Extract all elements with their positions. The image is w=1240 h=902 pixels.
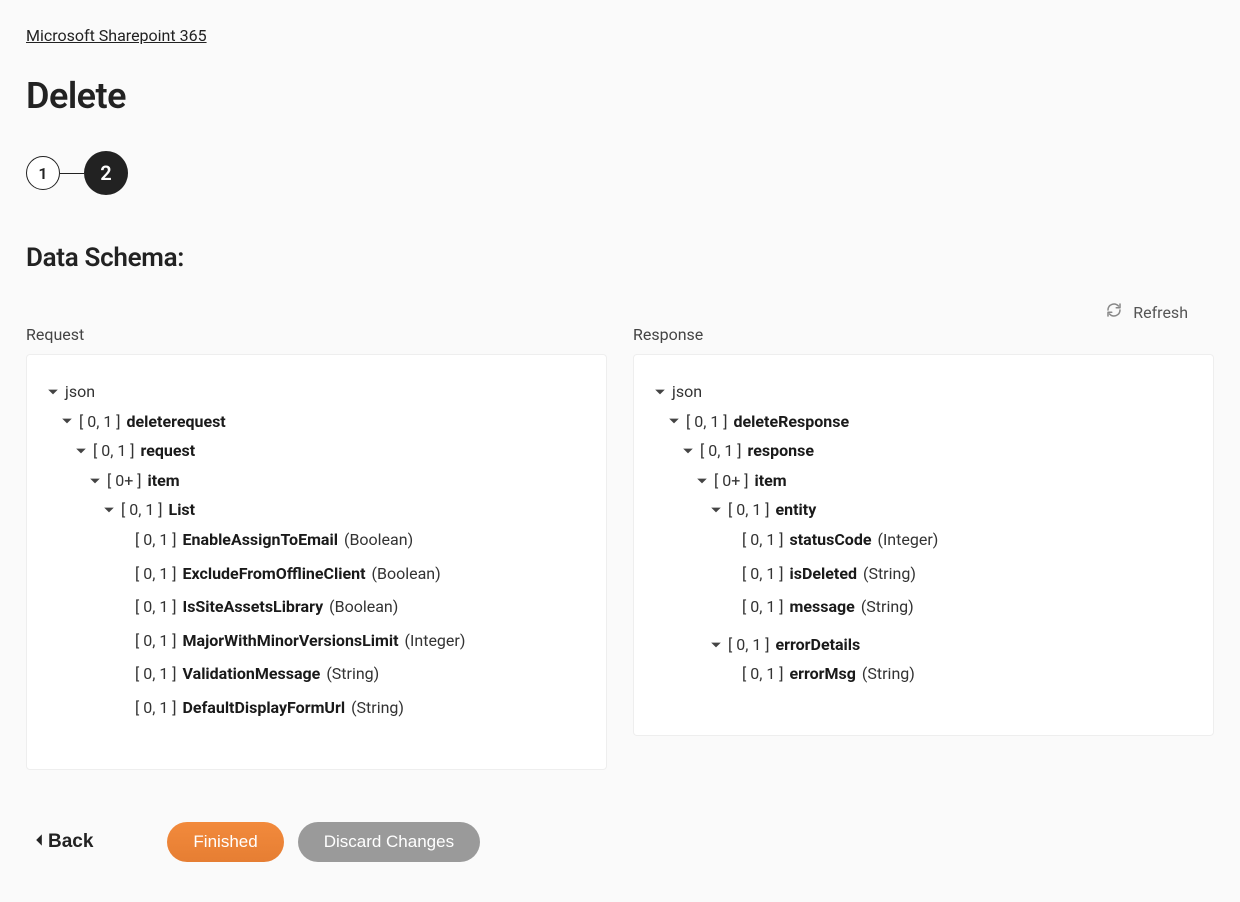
- field-name: isDeleted: [790, 561, 857, 587]
- page-title: Delete: [26, 75, 1214, 117]
- field-name: statusCode: [790, 527, 872, 553]
- tree-node-item[interactable]: [ 0+ ] item: [696, 468, 1193, 494]
- chevron-down-icon[interactable]: [89, 475, 101, 487]
- field-type: (String): [351, 695, 404, 721]
- field-name: DefaultDisplayFormUrl: [183, 695, 346, 721]
- chevron-down-icon[interactable]: [654, 386, 666, 398]
- cardinality: [ 0, 1 ]: [135, 594, 177, 620]
- cardinality: [ 0, 1 ]: [742, 594, 784, 620]
- tree-leaf[interactable]: [ 0, 1 ]message(String): [724, 594, 1193, 620]
- field-type: (String): [862, 661, 915, 687]
- cardinality: [ 0, 1 ]: [742, 527, 784, 553]
- tree-node-item[interactable]: [ 0+ ] item: [89, 468, 586, 494]
- tree-leaf[interactable]: [ 0, 1 ]DefaultDisplayFormUrl(String): [117, 695, 586, 721]
- chevron-down-icon[interactable]: [103, 504, 115, 516]
- cardinality: [ 0, 1 ]: [135, 628, 177, 654]
- tree-node-json[interactable]: json: [654, 379, 1193, 405]
- stepper: 1 2: [26, 151, 1214, 195]
- cardinality: [ 0, 1 ]: [742, 561, 784, 587]
- step-1[interactable]: 1: [26, 156, 60, 190]
- section-title: Data Schema:: [26, 243, 1214, 273]
- tree-leaf[interactable]: [ 0, 1 ]EnableAssignToEmail(Boolean): [117, 527, 586, 553]
- field-type: (String): [326, 661, 379, 687]
- chevron-down-icon[interactable]: [668, 415, 680, 427]
- step-connector: [60, 173, 84, 174]
- field-type: (String): [863, 561, 916, 587]
- response-column-label: Response: [633, 325, 1214, 344]
- tree-leaf[interactable]: [ 0, 1 ]MajorWithMinorVersionsLimit(Inte…: [117, 628, 586, 654]
- cardinality: [ 0, 1 ]: [742, 661, 784, 687]
- field-type: (Boolean): [344, 527, 413, 553]
- chevron-down-icon[interactable]: [710, 504, 722, 516]
- tree-node-deleterequest[interactable]: [ 0, 1 ] deleterequest: [61, 409, 586, 435]
- request-tree: json [ 0, 1 ] deleterequest: [26, 354, 607, 770]
- cardinality: [ 0, 1 ]: [135, 661, 177, 687]
- tree-node-deleteresponse[interactable]: [ 0, 1 ] deleteResponse: [668, 409, 1193, 435]
- tree-node-response[interactable]: [ 0, 1 ] response: [682, 438, 1193, 464]
- chevron-down-icon[interactable]: [710, 639, 722, 651]
- breadcrumb-link[interactable]: Microsoft Sharepoint 365: [26, 26, 207, 45]
- back-label: Back: [48, 831, 93, 853]
- chevron-down-icon[interactable]: [682, 445, 694, 457]
- response-tree: json [ 0, 1 ] deleteResponse: [633, 354, 1214, 736]
- tree-leaf[interactable]: [ 0, 1 ]isDeleted(String): [724, 561, 1193, 587]
- field-name: EnableAssignToEmail: [183, 527, 338, 553]
- field-name: message: [790, 594, 855, 620]
- cardinality: [ 0, 1 ]: [135, 527, 177, 553]
- field-type: (Integer): [877, 527, 938, 553]
- field-type: (Boolean): [372, 561, 441, 587]
- field-name: errorMsg: [790, 661, 856, 687]
- request-column-label: Request: [26, 325, 607, 344]
- tree-leaf[interactable]: [ 0, 1 ]ValidationMessage(String): [117, 661, 586, 687]
- back-button[interactable]: Back: [32, 831, 93, 853]
- tree-leaf[interactable]: [ 0, 1 ]errorMsg(String): [724, 661, 1193, 687]
- tree-node-json[interactable]: json: [47, 379, 586, 405]
- field-type: (String): [861, 594, 914, 620]
- field-type: (Boolean): [329, 594, 398, 620]
- chevron-down-icon[interactable]: [75, 445, 87, 457]
- tree-node-entity[interactable]: [ 0, 1 ] entity: [710, 497, 1193, 523]
- discard-changes-button[interactable]: Discard Changes: [298, 822, 480, 862]
- field-type: (Integer): [405, 628, 466, 654]
- chevron-left-icon: [32, 831, 46, 853]
- chevron-down-icon[interactable]: [61, 415, 73, 427]
- tree-node-errordetails[interactable]: [ 0, 1 ] errorDetails: [710, 632, 1193, 658]
- tree-leaf[interactable]: [ 0, 1 ]IsSiteAssetsLibrary(Boolean): [117, 594, 586, 620]
- cardinality: [ 0, 1 ]: [135, 561, 177, 587]
- refresh-label: Refresh: [1133, 303, 1188, 322]
- field-name: MajorWithMinorVersionsLimit: [183, 628, 399, 654]
- tree-leaf[interactable]: [ 0, 1 ]ExcludeFromOfflineClient(Boolean…: [117, 561, 586, 587]
- step-2[interactable]: 2: [84, 151, 128, 195]
- chevron-down-icon[interactable]: [47, 386, 59, 398]
- chevron-down-icon[interactable]: [696, 475, 708, 487]
- field-name: ExcludeFromOfflineClient: [183, 561, 366, 587]
- tree-leaf[interactable]: [ 0, 1 ]statusCode(Integer): [724, 527, 1193, 553]
- field-name: IsSiteAssetsLibrary: [183, 594, 324, 620]
- refresh-icon: [1105, 301, 1123, 323]
- finished-button[interactable]: Finished: [167, 822, 283, 862]
- tree-node-list[interactable]: [ 0, 1 ] List: [103, 497, 586, 523]
- field-name: ValidationMessage: [183, 661, 321, 687]
- cardinality: [ 0, 1 ]: [135, 695, 177, 721]
- refresh-button[interactable]: Refresh: [26, 301, 1214, 323]
- tree-node-request[interactable]: [ 0, 1 ] request: [75, 438, 586, 464]
